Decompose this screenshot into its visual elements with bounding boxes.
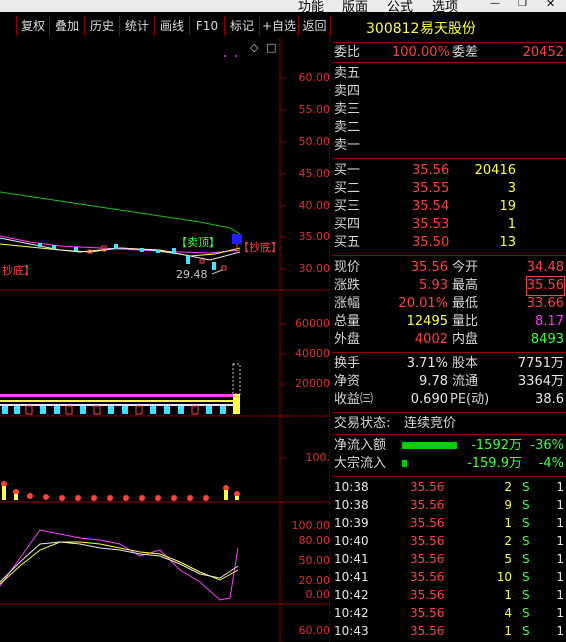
menu-bar: 功能 版面 公式 选项 — ❐ ✕ [0,0,566,12]
sell-top-label: 【卖顶】 [176,236,220,249]
volume-axis-label: 60000 [295,317,330,330]
volume-axis-label: 20000 [295,377,330,390]
price-axis-label: 50.00 [298,135,331,148]
buy-level-row: 买三 35.54 19 [334,199,516,214]
tick-row: 10:38 35.56 2S1 [334,480,564,494]
kdj-axis-label: 100.00 [291,519,331,532]
toolbar-mark-button[interactable]: 标记 [225,16,260,36]
menu-layout[interactable]: 版面 [342,0,368,12]
tick-row: 10:40 35.56 2S1 [334,534,564,548]
quote-panel: 300812 易天股份 委比 100.00% 委差 20452 卖五 卖四 卖三… [332,14,566,642]
toolbar-stats-button[interactable]: 统计 [120,16,155,36]
toolbar-add-watch-button[interactable]: +自选 [260,16,299,36]
kdj-axis-label: 20.00 [298,574,331,587]
sell-level-row: 卖一 [334,138,361,153]
quote-row: 净资 9.78 流通 3364万 [334,374,564,389]
tick-row: 10:42 35.56 4S1 [334,606,564,620]
close-icon[interactable]: ✕ [546,0,555,10]
stock-name: 易天股份 [420,21,476,37]
buy-level-row: 买五 35.50 13 [334,235,516,250]
low-price-label: 29.48 [176,268,208,281]
volume-axis-label: 40000 [295,347,330,360]
sell-level-row: 卖二 [334,120,361,135]
tick-row: 10:43 35.56 1S1 [334,624,564,638]
price-axis-label: 55.00 [298,103,331,116]
indicator-axis-label: 100. [305,451,331,464]
menu-function[interactable]: 功能 [298,0,324,12]
chart-toolbar: 复权 叠加 历史 统计 画线 F10 标记 +自选 返回 [0,14,331,38]
stock-header[interactable]: 300812 易天股份 [332,20,566,38]
quote-row: 换手 3.71% 股本 7751万 [334,356,564,371]
sell-level-row: 卖四 [334,84,361,99]
price-axis-label: 40.00 [298,199,331,212]
toolbar-history-button[interactable]: 历史 [85,16,120,36]
volume-bars [0,363,241,415]
buy-bottom-label-left: 抄底】 [2,263,35,277]
block-inflow-row: 大宗流入 -159.9万 -4% [334,456,564,471]
minimize-icon[interactable]: — [490,0,500,9]
quote-row: 外盘 4002 内盘 8493 [334,332,564,347]
quote-row: 涨幅 20.01% 最低 33.66 [334,296,564,311]
tick-row: 10:41 35.56 10 S 1 [334,570,564,584]
kdj-axis-label: 80.00 [298,534,331,547]
kdj-lines [0,529,239,601]
price-axis-label: 35.00 [298,230,331,243]
weibi-value: 100.00% [392,45,450,60]
price-axis-label: 30.00 [298,262,331,275]
buy-level-row: 买四 35.53 1 [334,217,516,232]
buy-level-row: 买二 35.55 3 [334,181,516,196]
trade-status-row: 交易状态: 连续竞价 [334,416,457,431]
toolbar-draw-button[interactable]: 画线 [155,16,190,36]
diamond-icon: ◇ [250,41,259,54]
buy-bottom-label-right: 【抄底】 [238,240,282,254]
weibi-row: 委比 100.00% 委差 20452 [334,45,564,60]
indicator-bars [1,481,240,501]
net-inflow-row: 净流入额 -1592万 -36% [334,438,564,453]
sell-level-row: 卖五 [334,66,361,81]
toolbar-fuquan-button[interactable]: 复权 [17,16,50,36]
price-axis-label: 60.00 [298,71,331,84]
kdj-axis-label: 0.00 [305,588,331,601]
toolbar-back-button[interactable]: 返回 [299,16,331,36]
current-price: 35.56 [410,260,448,275]
toolbar-f10-button[interactable]: F10 [190,16,225,36]
tick-row: 10:39 35.56 1S1 [334,516,564,530]
tick-row: 10:42 35.56 1S1 [334,588,564,602]
tick-row: 10:41 35.56 5S1 [334,552,564,566]
bottom-axis-label: 60.00 [298,624,331,637]
kline-chart-area[interactable]: ◇ □ 【卖顶】 【抄底】 抄底】 29.48 60.00 55.00 50.0… [0,38,330,642]
toolbar-left-edge [0,16,17,36]
block-inflow-bar [402,460,407,467]
net-inflow-bar [402,442,457,449]
quote-row: 涨跌 5.93 最高 35.56 [334,276,566,296]
menu-formula[interactable]: 公式 [387,0,413,12]
quote-row: 收益㈢ 0.690 PE(动) 38.6 [334,392,564,407]
quote-row: 总量 12495 量比 8.17 [334,314,564,329]
trade-status-value: 连续竞价 [404,416,457,431]
buy-level-row: 买一 35.56 20416 [334,163,516,178]
price-axis-label: 45.00 [298,167,331,180]
sell-level-row: 卖三 [334,102,361,117]
weicha-value: 20452 [522,45,564,60]
restore-icon[interactable]: ❐ [518,0,527,9]
menu-options[interactable]: 选项 [432,0,458,12]
tick-row: 10:38 35.56 9S1 [334,498,564,512]
stock-code: 300812 [366,21,420,37]
kline-chart-svg: ◇ □ 【卖顶】 【抄底】 抄底】 29.48 [0,38,330,642]
toolbar-overlay-button[interactable]: 叠加 [50,16,85,36]
square-icon: □ [266,41,276,54]
kdj-axis-label: 50.00 [298,554,331,567]
quote-row: 现价 35.56 今开 34.48 [334,260,564,275]
